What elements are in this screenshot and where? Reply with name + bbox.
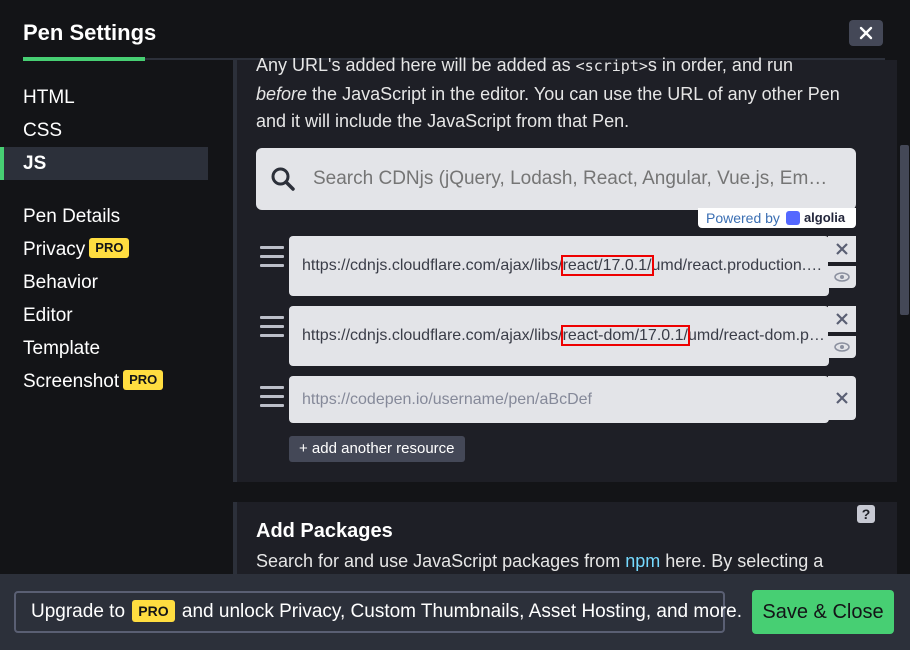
sidebar-item-behavior[interactable]: Behavior [0,266,208,299]
pro-badge: PRO [123,369,164,390]
sidebar-item-label: Editor [23,305,73,326]
url-prefix: https://cdnjs.cloudflare.com/ajax/libs/ [302,257,563,274]
add-resource-button[interactable]: + add another resource [289,436,465,462]
url-suffix: umd/react.production.min.js [651,257,829,274]
url-prefix: https://cdnjs.cloudflare.com/ajax/libs/ [302,327,563,344]
drag-handle-icon[interactable] [260,246,284,268]
desc-text: the JavaScript in the editor. You can us… [256,83,840,132]
scrollbar[interactable] [900,145,909,315]
remove-resource-button[interactable] [828,236,856,262]
close-icon [836,313,848,325]
external-scripts-description: Any URL's added here will be added as <s… [256,52,846,136]
url-highlight: react/17.0.1/ [560,255,654,276]
sidebar-item-css[interactable]: CSS [0,114,208,147]
sidebar-item-label: Pen Details [23,206,121,227]
sidebar-item-label: Template [23,338,101,359]
save-close-button[interactable]: Save & Close [752,590,894,634]
remove-resource-button[interactable] [828,376,856,420]
sidebar-item-editor[interactable]: Editor [0,299,208,332]
close-icon [836,392,848,404]
script-tag-code: <script> [575,57,648,75]
cdnjs-search[interactable] [256,148,856,210]
resource-url-field[interactable]: https://codepen.io/username/pen/aBcDef [289,376,829,423]
sidebar-item-pen-details[interactable]: Pen Details [0,200,208,233]
remove-resource-button[interactable] [828,306,856,332]
sidebar-item-privacy[interactable]: Privacy PRO [0,233,208,266]
algolia-attribution[interactable]: Powered by algolia [698,208,856,228]
sidebar-item-label: Screenshot [23,371,120,392]
sidebar-item-label: HTML [23,87,75,108]
pro-badge: PRO [132,599,175,622]
npm-link[interactable]: npm [625,551,660,571]
algolia-icon [785,211,800,225]
desc-text: here. By selecting a [660,551,824,571]
sidebar-item-html[interactable]: HTML [0,81,208,114]
desc-emphasis: before [256,83,308,104]
desc-text: Search for and use JavaScript packages f… [256,551,626,571]
upgrade-button[interactable]: Upgrade to PRO and unlock Privacy, Custo… [14,591,742,633]
drag-handle-icon[interactable] [260,386,284,408]
close-button[interactable] [849,20,883,46]
packages-title: Add Packages [256,520,393,542]
drag-handle-icon[interactable] [260,316,284,338]
eye-icon [834,272,850,282]
desc-text: Any URL's added here will be added as [256,55,576,75]
powered-by-text: Powered by [706,210,780,226]
view-resource-button[interactable] [828,266,856,288]
help-icon[interactable]: ? [857,505,875,523]
pro-badge: PRO [89,237,130,258]
packages-description: Search for and use JavaScript packages f… [256,551,823,572]
resource-url-field[interactable]: https://cdnjs.cloudflare.com/ajax/libs/r… [289,306,829,366]
sidebar-item-screenshot[interactable]: Screenshot PRO [0,365,208,398]
search-icon [271,167,295,191]
algolia-wordmark: algolia [803,210,846,225]
upgrade-text: Upgrade to [31,601,131,622]
modal-title: Pen Settings [23,20,157,45]
desc-text: s in order, and run [647,55,793,75]
view-resource-button[interactable] [828,336,856,358]
close-icon [859,26,873,40]
upgrade-text: and unlock Privacy, Custom Thumbnails, A… [176,601,742,622]
eye-icon [834,342,850,352]
url-suffix: umd/react-dom.production.min.js [687,327,829,344]
resource-url-field[interactable]: https://cdnjs.cloudflare.com/ajax/libs/r… [289,236,829,296]
sidebar-item-js[interactable]: JS [0,147,208,180]
sidebar-item-label: Behavior [23,272,98,293]
url-highlight: react-dom/17.0.1/ [560,325,690,346]
close-icon [836,243,848,255]
sidebar-item-label: JS [23,153,47,174]
sidebar-item-label: Privacy [23,239,86,260]
sidebar-item-label: CSS [23,120,63,141]
sidebar-item-template[interactable]: Template [0,332,208,365]
cdnjs-search-input[interactable] [313,168,833,190]
title-underline [23,57,145,61]
